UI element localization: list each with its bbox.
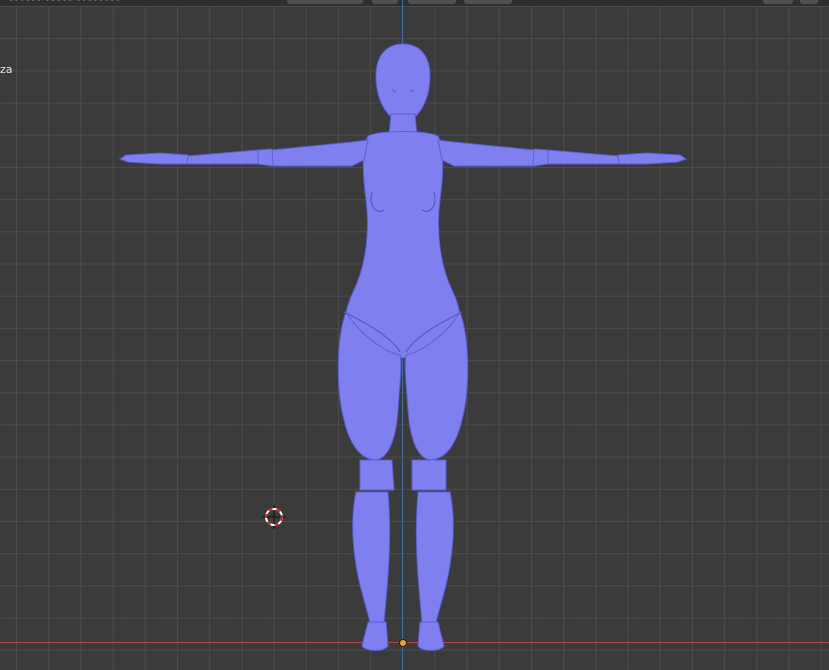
mesh-right-hand <box>617 152 688 165</box>
mesh-left-hand <box>118 152 189 165</box>
mesh-left-shin <box>352 491 391 623</box>
3d-cursor-icon[interactable] <box>262 505 286 529</box>
origin-dot <box>399 639 407 647</box>
mesh-left-forearm <box>185 149 259 165</box>
mesh-right-shin <box>415 491 454 623</box>
mesh-right-elbow <box>532 148 549 167</box>
mesh-left-upper-arm <box>269 139 369 167</box>
mesh-left-knee <box>359 459 395 491</box>
mesh-right-forearm <box>547 149 621 165</box>
humanoid-mesh[interactable] <box>0 0 829 670</box>
mesh-head <box>375 43 431 121</box>
mesh-left-foot <box>361 621 389 651</box>
mesh-right-upper-arm <box>437 139 537 167</box>
mesh-right-foot <box>417 621 445 651</box>
mesh-left-elbow <box>257 148 274 167</box>
3d-viewport[interactable]: ∙∙∙∙∙∙ ∙∙∙∙∙ ∙∙∙∙∙∙∙∙ za <box>0 0 829 670</box>
mesh-right-knee <box>411 459 447 491</box>
mesh-torso <box>344 131 461 359</box>
